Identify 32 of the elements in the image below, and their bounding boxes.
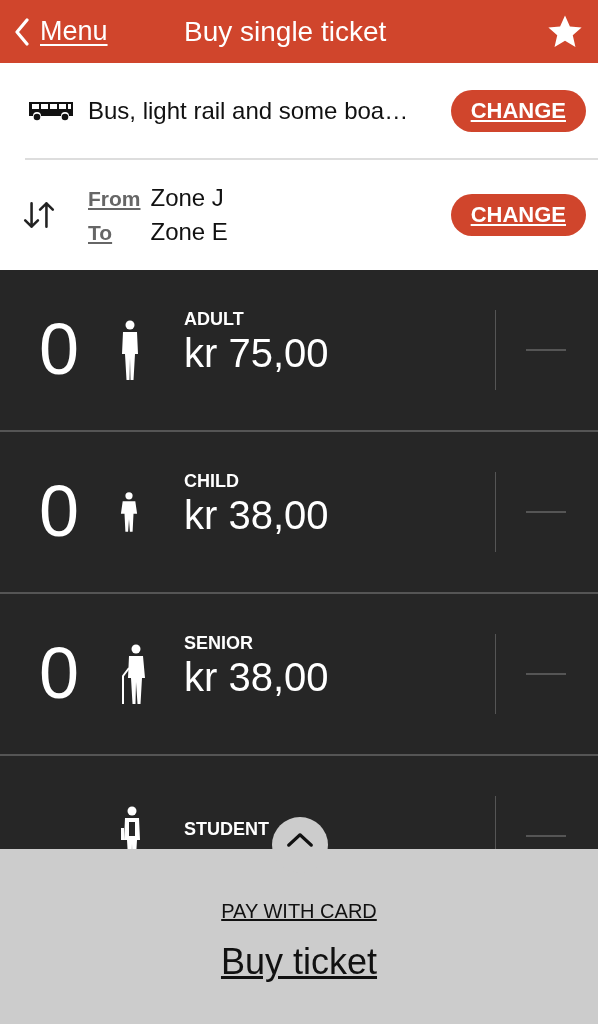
ticket-price: kr 38,00	[184, 654, 330, 700]
to-zone: Zone E	[150, 218, 228, 246]
ticket-count: 0	[38, 634, 79, 714]
child-icon	[120, 492, 138, 532]
change-button[interactable]: CHANGE	[450, 89, 586, 132]
person-icon	[120, 320, 140, 380]
bus-icon	[28, 99, 74, 122]
traveller-type: STUDENT	[184, 819, 269, 839]
senior-with-cane-icon	[120, 644, 148, 704]
ticket-price: kr 75,00	[184, 330, 330, 376]
ticket-count: 0	[38, 310, 79, 390]
ticket-count: 0	[38, 472, 79, 552]
minus-icon[interactable]	[526, 348, 566, 352]
minus-icon[interactable]	[526, 510, 566, 514]
page-title: Buy single ticket	[183, 15, 388, 48]
back-icon	[14, 17, 30, 46]
ticket-type-text: Bus, light rail and some boa…	[88, 96, 410, 125]
caret-up-icon	[286, 832, 314, 848]
buy-ticket-link[interactable]: Buy ticket	[220, 941, 378, 983]
change-button[interactable]: CHANGE	[450, 194, 586, 236]
from-link[interactable]: From	[88, 187, 141, 211]
from-zone: Zone J	[150, 184, 225, 212]
traveller-type: CHILD	[184, 472, 240, 491]
to-link[interactable]: To	[88, 221, 141, 245]
traveller-type: ADULT	[184, 310, 245, 329]
payment-method-link[interactable]: PAY WITH CARD	[221, 900, 377, 923]
traveller-type: SENIOR	[184, 634, 254, 653]
back-button[interactable]: Menu	[14, 16, 164, 47]
minus-icon[interactable]	[526, 834, 566, 838]
minus-icon[interactable]	[526, 672, 566, 676]
swap-arrows-icon	[22, 200, 56, 230]
ticket-price: kr 38,00	[184, 492, 330, 538]
